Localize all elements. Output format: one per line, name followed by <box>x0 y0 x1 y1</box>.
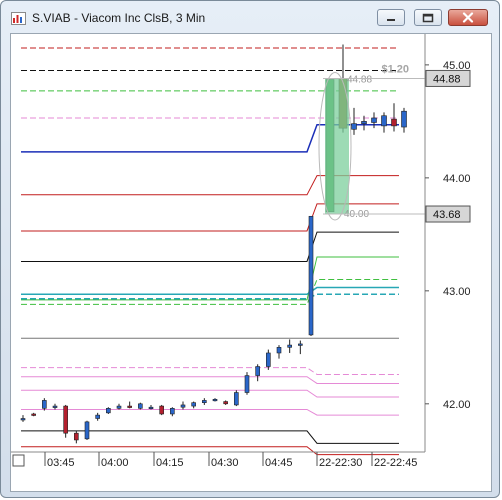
level-line <box>21 256 399 301</box>
price-tick-label: 44.00 <box>443 173 471 185</box>
candle <box>63 405 68 434</box>
chart-app-icon[interactable] <box>11 12 26 25</box>
breakout-highlight <box>325 78 349 215</box>
time-tick-label: 03:45 <box>47 457 75 469</box>
candle <box>287 344 292 348</box>
time-tick-label: 04:30 <box>211 457 239 469</box>
level-line <box>21 367 399 375</box>
candle <box>361 121 367 124</box>
title-bar[interactable]: S.VIAB - Viacom Inc ClsB, 3 Min <box>1 1 499 31</box>
time-tick-label: 04:45 <box>265 457 293 469</box>
price-tick-label: 43.00 <box>443 286 471 298</box>
candle <box>381 115 387 127</box>
price-tag-label: 43.68 <box>433 209 461 221</box>
time-tick-label: 04:15 <box>156 457 184 469</box>
candle <box>95 414 100 419</box>
candle <box>138 403 143 409</box>
close-button[interactable] <box>448 9 488 26</box>
candle <box>391 118 397 127</box>
price-axis: 45.0044.0043.0042.0044.8843.68 <box>424 34 471 452</box>
candle <box>127 405 132 408</box>
window-title: S.VIAB - Viacom Inc ClsB, 3 Min <box>32 11 206 25</box>
price-tag-label: 44.88 <box>433 73 461 85</box>
candle <box>202 400 207 403</box>
candle <box>223 401 228 405</box>
price-change-label: $1.20 <box>381 63 409 75</box>
corner-box-icon <box>12 454 25 467</box>
level-line <box>21 279 399 305</box>
candle <box>234 392 239 406</box>
candle <box>401 110 407 128</box>
candle <box>191 402 196 407</box>
candle <box>244 375 250 393</box>
candlestick-chart[interactable]: $1.2044.8840.00 45.0044.0043.0042.0044.8… <box>11 34 493 493</box>
price-tick-label: 42.00 <box>443 399 471 411</box>
maximize-icon <box>422 13 434 22</box>
candle <box>180 404 186 408</box>
candle <box>106 408 111 414</box>
candle <box>74 432 79 441</box>
candle <box>20 418 26 421</box>
maximize-button[interactable] <box>414 9 442 26</box>
candle <box>42 400 47 409</box>
candle <box>170 408 175 415</box>
level-line <box>21 376 399 384</box>
candle <box>212 398 218 402</box>
candle <box>266 352 271 367</box>
candle <box>159 405 164 415</box>
high-annotation: 44.88 <box>347 74 372 85</box>
minimize-button[interactable] <box>377 9 405 26</box>
candle <box>148 406 154 410</box>
candle <box>52 405 58 408</box>
candle <box>276 347 282 354</box>
level-line <box>21 408 399 416</box>
candle <box>371 117 377 123</box>
level-line <box>21 286 399 295</box>
candle <box>308 215 314 336</box>
level-line <box>21 446 399 456</box>
annotations: $1.2044.8840.00 <box>318 63 425 221</box>
chart-window: S.VIAB - Viacom Inc ClsB, 3 Min $1.20 44.… <box>0 0 500 498</box>
candle <box>351 123 357 130</box>
time-tick-label: 04:00 <box>101 457 129 469</box>
candle <box>255 366 260 376</box>
minimize-icon <box>387 18 395 21</box>
chart-area[interactable]: $1.20 44.88 40.00 45.00 44.00 43.00 42.00 44.8… <box>10 33 492 492</box>
candle <box>31 413 36 416</box>
close-icon <box>462 12 474 23</box>
level-line <box>21 389 399 398</box>
candle <box>298 343 303 346</box>
time-tick-label: 22-22:30 <box>319 457 362 469</box>
candle <box>116 405 122 409</box>
candle <box>84 421 90 440</box>
time-tick-label: 22-22:45 <box>374 457 417 469</box>
